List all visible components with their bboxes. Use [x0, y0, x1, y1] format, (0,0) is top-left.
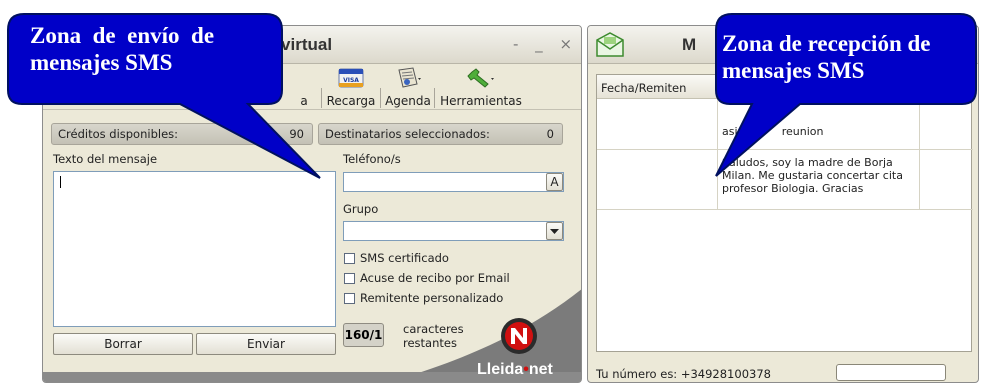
column-header-date[interactable]: Fecha/Remiten — [597, 75, 717, 99]
lleida-net-logo-icon — [501, 318, 537, 354]
phone-input[interactable] — [343, 172, 564, 192]
char-counter-label: caracteres restantes — [403, 322, 464, 350]
send-button[interactable]: Enviar — [196, 333, 336, 355]
phone-number-label: Tu número es: +34928100378 — [596, 367, 771, 381]
send-sms-window: S virtual - _ × a VISA Recarga Agenda He… — [42, 25, 582, 383]
message-label: Texto del mensaje — [53, 152, 158, 166]
delete-button[interactable]: Borrar — [53, 333, 193, 355]
group-label: Grupo — [343, 202, 379, 216]
send-zone-callout-text: Zona de envío de mensajes SMS — [30, 22, 270, 76]
toolbar-label: Agenda — [385, 94, 431, 108]
envelope-icon — [596, 32, 624, 57]
chevron-down-icon — [550, 229, 559, 234]
credits-value: 90 — [289, 127, 304, 141]
group-dropdown-button[interactable] — [546, 222, 563, 240]
sms-certificado-label: SMS certificado — [360, 251, 449, 265]
visa-card-icon: VISA — [338, 68, 364, 88]
toolbar-hidden-button[interactable]: a — [289, 64, 319, 110]
callout-line: Zona de envío de — [30, 23, 215, 48]
text-caret — [60, 176, 61, 188]
credits-pill: Créditos disponibles: 90 — [51, 123, 313, 145]
wrench-icon — [467, 68, 494, 88]
credits-label: Créditos disponibles: — [58, 127, 179, 141]
brand-suffix: net — [528, 361, 553, 378]
recarga-button[interactable]: VISA Recarga — [323, 64, 379, 110]
svg-text:VISA: VISA — [343, 77, 359, 84]
address-book-icon — [398, 67, 421, 88]
acuse-recibo-checkbox[interactable] — [344, 273, 355, 284]
phone-number-field[interactable] — [836, 364, 946, 381]
herramientas-button[interactable]: Herramientas — [436, 64, 526, 110]
toolbar-label: Recarga — [326, 94, 376, 108]
callout-line: mensajes SMS — [722, 58, 865, 83]
phone-label: Teléfono/s — [343, 152, 401, 166]
message-text: asis reunion — [722, 125, 824, 138]
messages-table: Fecha/Remiten asis reunion Saludos, soy … — [596, 74, 973, 352]
sms-certificado-checkbox[interactable] — [344, 253, 355, 264]
receive-zone-callout-text: Zona de recepción de mensajes SMS — [722, 30, 974, 84]
phone-agenda-button[interactable]: A — [546, 173, 563, 191]
brand-name: Lleida•net — [477, 361, 553, 379]
recipients-pill: Destinatarios seleccionados: 0 — [318, 123, 563, 145]
agenda-button[interactable]: Agenda — [383, 64, 433, 110]
window-title: S virtual — [265, 35, 333, 54]
table-row[interactable]: asis reunion — [597, 99, 973, 149]
toolbar-separator — [321, 88, 322, 108]
char-counter-label-line2: restantes — [403, 336, 457, 350]
toolbar-separator — [434, 88, 435, 108]
recipients-label: Destinatarios seleccionados: — [325, 127, 490, 141]
char-counter-label-line1: caracteres — [403, 322, 464, 336]
message-text: Saludos, soy la madre de Borja Milan. Me… — [722, 156, 903, 195]
window-controls[interactable]: - _ × — [513, 35, 578, 53]
table-row[interactable]: Saludos, soy la madre de Borja Milan. Me… — [597, 150, 973, 209]
window-title: M — [682, 35, 697, 54]
group-select[interactable] — [343, 221, 564, 241]
callout-line: mensajes SMS — [30, 50, 173, 75]
row-divider — [597, 209, 973, 210]
callout-line: Zona de recepción de — [722, 31, 931, 56]
toolbar-label: a — [300, 94, 308, 108]
char-counter: 160/1 — [343, 323, 384, 347]
brand-text: Lleida — [477, 361, 524, 378]
acuse-recibo-label: Acuse de recibo por Email — [360, 271, 510, 285]
toolbar-label: Herramientas — [440, 94, 522, 108]
recipients-value: 0 — [546, 127, 554, 141]
toolbar-separator — [380, 88, 381, 108]
remitente-personalizado-checkbox[interactable] — [344, 293, 355, 304]
message-textarea[interactable] — [53, 171, 336, 327]
